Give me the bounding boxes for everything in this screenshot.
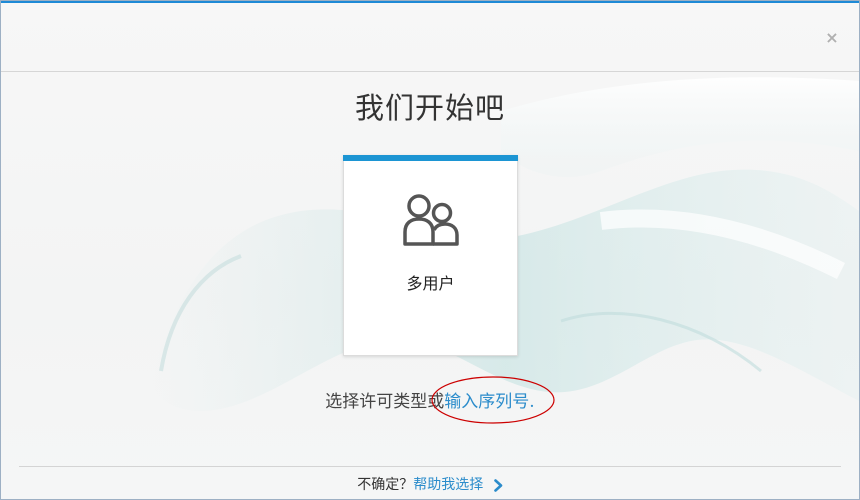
- multi-user-card[interactable]: 多用户: [343, 155, 518, 356]
- footer-divider: [19, 466, 841, 467]
- close-button[interactable]: ×: [825, 28, 839, 47]
- close-icon: ×: [825, 28, 839, 47]
- dialog-window: × 我们开始吧 多用户 选择许可类型或输入序列号. 不确定？帮助我选择: [0, 0, 860, 500]
- card-accent-bar: [343, 155, 518, 161]
- help-me-choose-link[interactable]: 帮助我选择: [413, 477, 483, 493]
- card-label: 多用户: [406, 274, 455, 293]
- help-question: 不确定？: [357, 477, 414, 493]
- title-bar: ×: [1, 3, 859, 72]
- license-prefix: 选择许可类型或: [325, 392, 445, 412]
- page-title: 我们开始吧: [354, 91, 505, 125]
- red-ellipse-annotation: [431, 376, 555, 424]
- help-row: 不确定？帮助我选择: [1, 474, 859, 494]
- users-icon: [403, 194, 459, 246]
- chevron-right-icon[interactable]: [493, 478, 503, 492]
